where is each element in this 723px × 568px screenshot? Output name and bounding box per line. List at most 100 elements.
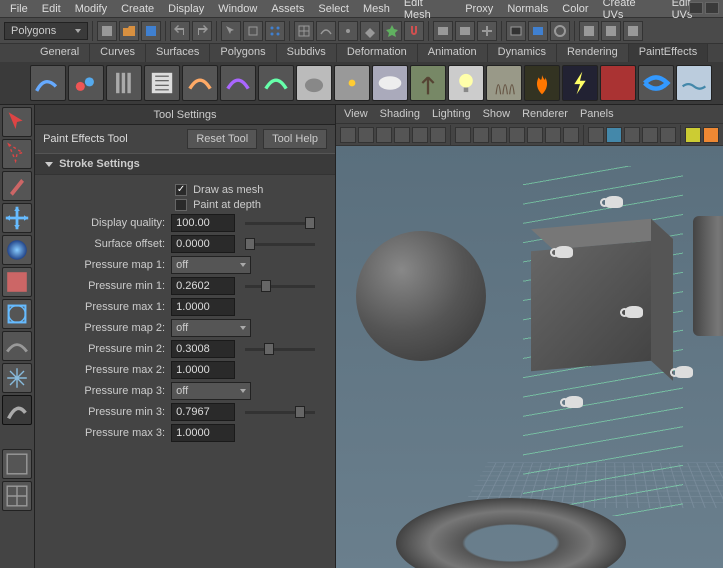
snap-curve-icon[interactable]	[316, 21, 336, 41]
vp-safe-title-icon[interactable]	[563, 127, 579, 143]
menu-normals[interactable]: Normals	[501, 1, 554, 17]
output-history-icon[interactable]	[455, 21, 475, 41]
pressure-min-1-input[interactable]	[171, 277, 235, 295]
pressure-map-2-dropdown[interactable]: off	[171, 319, 251, 337]
shelf-tab-surfaces[interactable]: Surfaces	[146, 44, 210, 62]
snap-point-icon[interactable]	[338, 21, 358, 41]
shelf-paint-tool-icon[interactable]	[30, 65, 66, 101]
open-scene-icon[interactable]	[119, 21, 139, 41]
vp-resolution-gate-icon[interactable]	[491, 127, 507, 143]
shelf-tree-icon[interactable]	[410, 65, 446, 101]
menu-select[interactable]: Select	[312, 1, 355, 17]
input-history-icon[interactable]	[433, 21, 453, 41]
menu-window[interactable]: Window	[212, 1, 263, 17]
vp-shadows-icon[interactable]	[660, 127, 676, 143]
menu-editmesh[interactable]: Edit Mesh	[398, 0, 457, 23]
render-current-icon[interactable]	[506, 21, 526, 41]
shelf-brush-set-icon[interactable]	[106, 65, 142, 101]
shelf-daisy-icon[interactable]	[334, 65, 370, 101]
pressure-min-2-input[interactable]	[171, 340, 235, 358]
menu-color[interactable]: Color	[556, 1, 594, 17]
undo-icon[interactable]	[170, 21, 190, 41]
last-tool-icon[interactable]	[2, 395, 32, 425]
vp-film-gate-icon[interactable]	[473, 127, 489, 143]
vp-isolate-icon[interactable]	[685, 127, 701, 143]
vp-menu-show[interactable]: Show	[483, 108, 511, 120]
shelf-water-icon[interactable]	[676, 65, 712, 101]
shelf-cloud-icon[interactable]	[372, 65, 408, 101]
shelf-lightbulb-icon[interactable]	[448, 65, 484, 101]
vp-field-chart-icon[interactable]	[527, 127, 543, 143]
scale-tool-icon[interactable]	[2, 267, 32, 297]
universal-manip-icon[interactable]	[2, 299, 32, 329]
pressure-min-1-slider[interactable]	[245, 285, 315, 288]
magnet-icon[interactable]	[404, 21, 424, 41]
shelf-tab-rendering[interactable]: Rendering	[557, 44, 629, 62]
soft-mod-icon[interactable]	[2, 331, 32, 361]
pressure-min-3-input[interactable]	[171, 403, 235, 421]
select-by-component-icon[interactable]	[265, 21, 285, 41]
shelf-hair-icon[interactable]	[486, 65, 522, 101]
pressure-min-3-slider[interactable]	[245, 411, 315, 414]
show-channelbox-icon[interactable]	[623, 21, 643, 41]
surface-offset-slider[interactable]	[245, 243, 315, 246]
vp-grid-icon[interactable]	[455, 127, 471, 143]
vp-shaded-icon[interactable]	[606, 127, 622, 143]
vp-bookmark-icon[interactable]	[376, 127, 392, 143]
menu-assets[interactable]: Assets	[265, 1, 310, 17]
stroke-settings-header[interactable]: Stroke Settings	[35, 153, 335, 175]
shelf-tab-polygons[interactable]: Polygons	[210, 44, 276, 62]
menu-mesh[interactable]: Mesh	[357, 1, 396, 17]
draw-as-mesh-checkbox[interactable]	[175, 184, 187, 196]
show-manip-icon[interactable]	[2, 363, 32, 393]
vp-camera-attr-icon[interactable]	[358, 127, 374, 143]
mode-selector[interactable]: Polygons	[4, 22, 88, 40]
rotate-tool-icon[interactable]	[2, 235, 32, 265]
vp-menu-view[interactable]: View	[344, 108, 368, 120]
shelf-tab-subdivs[interactable]: Subdivs	[277, 44, 337, 62]
vp-textured-icon[interactable]	[624, 127, 640, 143]
lasso-tool-icon[interactable]	[2, 139, 32, 169]
select-by-object-icon[interactable]	[243, 21, 263, 41]
show-tool-settings-icon[interactable]	[601, 21, 621, 41]
pressure-max-3-input[interactable]	[171, 424, 235, 442]
render-settings-icon[interactable]	[550, 21, 570, 41]
paint-select-tool-icon[interactable]	[2, 171, 32, 201]
snap-plane-icon[interactable]	[360, 21, 380, 41]
construction-history-icon[interactable]	[477, 21, 497, 41]
menu-proxy[interactable]: Proxy	[459, 1, 499, 17]
paint-at-depth-checkbox[interactable]	[175, 199, 187, 211]
shelf-make-paintable-icon[interactable]	[182, 65, 218, 101]
vp-2d-pan-icon[interactable]	[412, 127, 428, 143]
pressure-max-2-input[interactable]	[171, 361, 235, 379]
vp-grease-pencil-icon[interactable]	[430, 127, 446, 143]
shelf-tab-deformation[interactable]: Deformation	[337, 44, 418, 62]
redo-icon[interactable]	[192, 21, 212, 41]
reset-tool-button[interactable]: Reset Tool	[187, 129, 257, 149]
tool-help-button[interactable]: Tool Help	[263, 129, 327, 149]
vp-imageplane-icon[interactable]	[394, 127, 410, 143]
pressure-max-1-input[interactable]	[171, 298, 235, 316]
single-pane-icon[interactable]	[2, 449, 32, 479]
shelf-lightning-icon[interactable]	[562, 65, 598, 101]
pressure-min-2-slider[interactable]	[245, 348, 315, 351]
shelf-tab-curves[interactable]: Curves	[90, 44, 146, 62]
snap-live-icon[interactable]	[382, 21, 402, 41]
shelf-share-brush-icon[interactable]	[220, 65, 256, 101]
shelf-fire-icon[interactable]	[524, 65, 560, 101]
shelf-template-brush-icon[interactable]	[144, 65, 180, 101]
shelf-red-brush-icon[interactable]	[600, 65, 636, 101]
vp-lights-icon[interactable]	[642, 127, 658, 143]
menu-modify[interactable]: Modify	[69, 1, 113, 17]
surface-offset-input[interactable]	[171, 235, 235, 253]
menu-display[interactable]: Display	[162, 1, 210, 17]
shelf-teapot-icon[interactable]	[296, 65, 332, 101]
dock-minimize-icon[interactable]	[689, 2, 703, 14]
new-scene-icon[interactable]	[97, 21, 117, 41]
vp-wireframe-icon[interactable]	[588, 127, 604, 143]
menu-file[interactable]: File	[4, 1, 34, 17]
vp-safe-action-icon[interactable]	[545, 127, 561, 143]
pressure-map-1-dropdown[interactable]: off	[171, 256, 251, 274]
move-tool-icon[interactable]	[2, 203, 32, 233]
snap-grid-icon[interactable]	[294, 21, 314, 41]
